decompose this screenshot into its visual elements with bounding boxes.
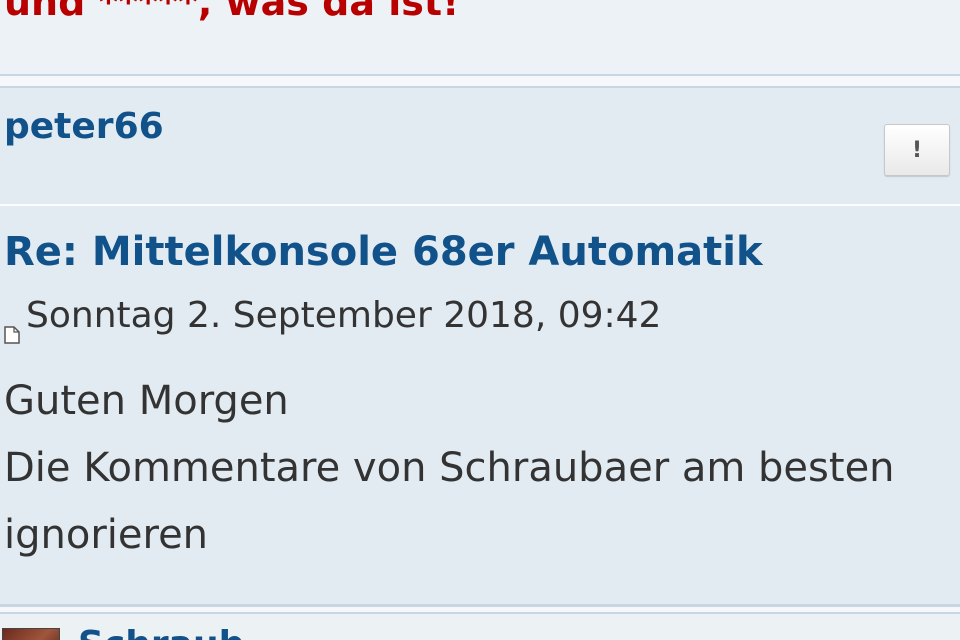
next-post: Schraub <box>0 612 960 640</box>
forum-thread-page: und *****, was da ist! peter66 ! Re: Mit… <box>0 0 960 640</box>
post-icon[interactable] <box>4 311 20 344</box>
post-body: Guten Morgen Die Kommentare von Schrauba… <box>4 368 954 569</box>
previous-post: und *****, was da ist! <box>0 0 960 76</box>
post-meta: Sonntag 2. September 2018, 09:42 <box>4 294 662 344</box>
post-title[interactable]: Re: Mittelkonsole 68er Automatik <box>4 228 763 276</box>
avatar[interactable] <box>2 628 60 640</box>
post-body-line: Guten Morgen <box>4 378 289 424</box>
next-post-author-link[interactable]: Schraub <box>78 624 244 640</box>
report-button[interactable]: ! <box>884 124 950 176</box>
post: peter66 ! Re: Mittelkonsole 68er Automat… <box>0 86 960 607</box>
post-author-link[interactable]: peter66 <box>4 106 164 148</box>
previous-post-text: und *****, was da ist! <box>4 0 460 24</box>
post-divider <box>0 204 960 206</box>
post-timestamp: Sonntag 2. September 2018, 09:42 <box>26 295 662 336</box>
post-body-line: ignorieren <box>4 512 209 558</box>
post-body-line: Die Kommentare von Schraubaer am besten <box>4 445 895 491</box>
